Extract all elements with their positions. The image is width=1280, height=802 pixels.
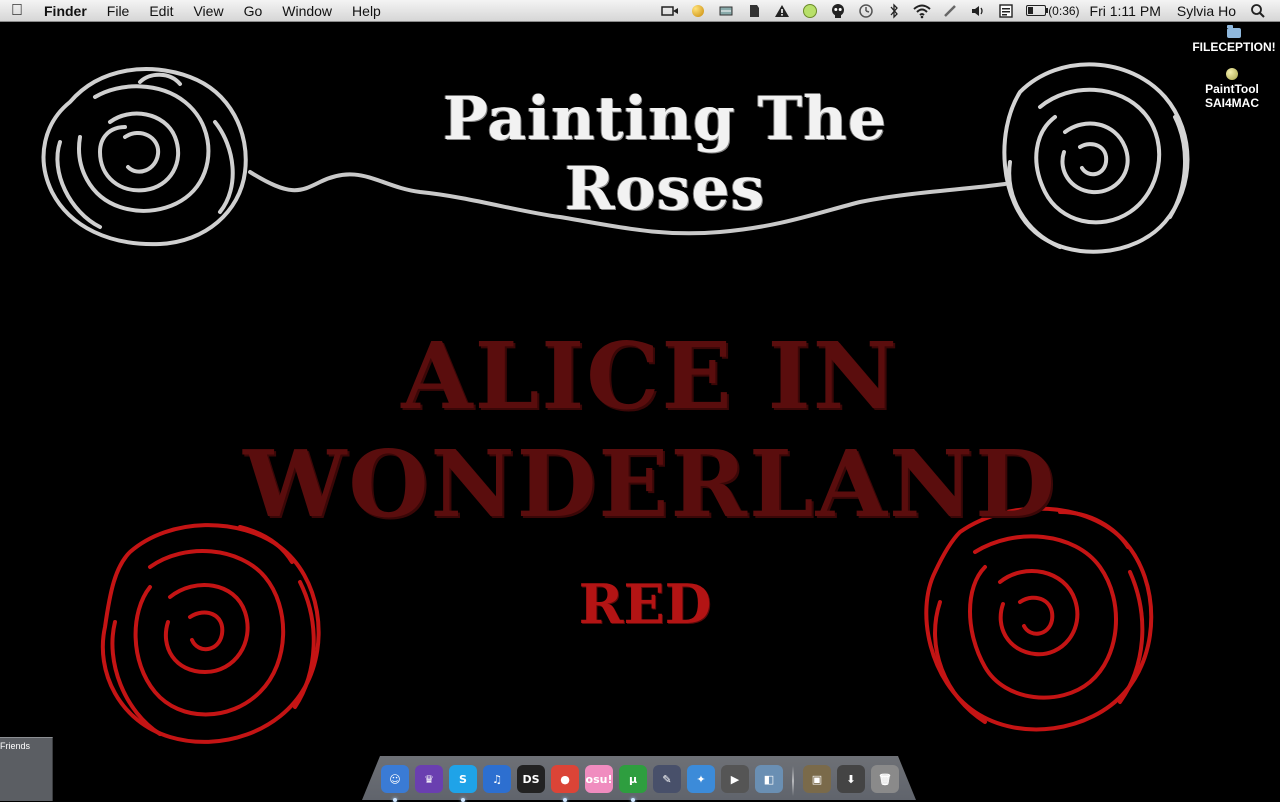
white-rose-left: [41, 67, 248, 247]
wallpaper-subtext: RED: [578, 572, 712, 636]
skype-icon: S: [449, 765, 477, 793]
dock-downloads[interactable]: ⬇: [834, 762, 868, 796]
running-indicator: [461, 798, 465, 802]
dashboard-icon: ✦: [687, 765, 715, 793]
dock-desmume[interactable]: DS: [514, 762, 548, 796]
imovie-icon: ▶: [721, 765, 749, 793]
folder-icon: [1227, 25, 1241, 38]
bluetooth-icon[interactable]: [883, 0, 905, 22]
menu-clock[interactable]: Fri 1:11 PM: [1082, 0, 1169, 22]
menu-go[interactable]: Go: [234, 0, 273, 22]
running-indicator: [563, 798, 567, 802]
chat-friends-panel[interactable]: ok Friends: [0, 737, 53, 801]
white-rose-right: [1002, 62, 1190, 254]
wallpaper-title: Painting The Roses: [442, 84, 888, 224]
menu-app-name[interactable]: Finder: [34, 0, 97, 22]
alien-icon[interactable]: [827, 0, 849, 22]
chat-panel-label: ok Friends: [0, 741, 31, 751]
trash-icon: 🗑: [871, 765, 899, 793]
desktop-icon-label: FILECEPTION!: [1192, 40, 1276, 54]
brush-icon: ✎: [653, 765, 681, 793]
pen-icon[interactable]: [939, 0, 961, 22]
lime-icon[interactable]: [799, 0, 821, 22]
dock-utorrent[interactable]: µ: [616, 762, 650, 802]
wallpaper-headline: ALICE IN WONDERLAND: [243, 322, 1057, 538]
dock-finder[interactable]: ☺: [378, 762, 412, 802]
desktop-wallpaper: Painting The Roses ALICE IN WONDERLAND R…: [0, 22, 1280, 800]
menu-file[interactable]: File: [97, 0, 140, 22]
evernote-icon[interactable]: [743, 0, 765, 22]
battery-icon[interactable]: [1026, 5, 1049, 16]
desktop-icon-fileception[interactable]: FILECEPTION!: [1184, 25, 1280, 54]
dock-brush[interactable]: ✎: [650, 762, 684, 796]
dock-dashboard[interactable]: ✦: [684, 762, 718, 796]
utorrent-icon: µ: [619, 765, 647, 793]
dock-wizard[interactable]: ♛: [412, 762, 446, 796]
itunes-icon: ♫: [483, 765, 511, 793]
dock-separator: [792, 766, 794, 796]
dock-preview[interactable]: ◧: [752, 762, 786, 796]
dock-chrome[interactable]: ●: [548, 762, 582, 802]
dock-trash[interactable]: 🗑: [868, 762, 902, 796]
dock-itunes[interactable]: ♫: [480, 762, 514, 796]
scanner-icon[interactable]: [715, 0, 737, 22]
dock: ☺ ♛ S ♫ DS ● osu! µ ✎ ✦ ▶ ◧ ▣ ⬇ 🗑: [378, 756, 902, 802]
menu-edit[interactable]: Edit: [139, 0, 183, 22]
wifi-icon[interactable]: [911, 0, 933, 22]
preview-icon: ◧: [755, 765, 783, 793]
running-indicator: [631, 798, 635, 802]
moon-icon[interactable]: [687, 0, 709, 22]
dock-osu[interactable]: osu!: [582, 762, 616, 796]
dock-skype[interactable]: S: [446, 762, 480, 802]
menu-window[interactable]: Window: [272, 0, 342, 22]
chrome-icon: ●: [551, 765, 579, 793]
video-camera-icon[interactable]: [659, 0, 681, 22]
menu-user[interactable]: Sylvia Ho: [1169, 0, 1244, 22]
finder-icon: ☺: [381, 765, 409, 793]
red-rose-left: [100, 523, 321, 744]
running-indicator: [393, 798, 397, 802]
warning-icon[interactable]: [771, 0, 793, 22]
desktop-icon-painttool[interactable]: PaintTool SAI4MAC: [1182, 68, 1280, 110]
time-machine-icon[interactable]: [855, 0, 877, 22]
spotlight-search-icon[interactable]: [1247, 0, 1269, 22]
volume-icon[interactable]: [967, 0, 989, 22]
dock-photos[interactable]: ▣: [800, 762, 834, 796]
apple-menu-icon[interactable]: : [0, 0, 34, 22]
app-icon: [1226, 68, 1238, 80]
osu-icon: osu!: [585, 765, 613, 793]
calendar-icon[interactable]: [995, 0, 1017, 22]
menu-help[interactable]: Help: [342, 0, 391, 22]
menu-view[interactable]: View: [183, 0, 233, 22]
menu-bar:  Finder File Edit View Go Window Help: [0, 0, 1280, 22]
downloads-icon: ⬇: [837, 765, 865, 793]
desmume-icon: DS: [517, 765, 545, 793]
dock-imovie[interactable]: ▶: [718, 762, 752, 796]
wizard-icon: ♛: [415, 765, 443, 793]
desktop-icon-label: PaintTool SAI4MAC: [1204, 82, 1259, 110]
photos-icon: ▣: [803, 765, 831, 793]
battery-time[interactable]: (0:36): [1046, 0, 1081, 22]
red-rose-right: [924, 506, 1154, 732]
